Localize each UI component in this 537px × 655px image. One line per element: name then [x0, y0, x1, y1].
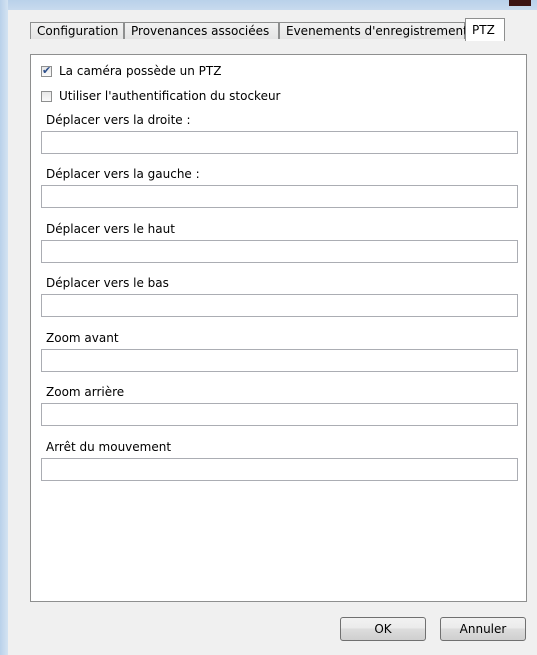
label-down: Déplacer vers le bas [46, 276, 169, 290]
field-move-up[interactable] [41, 240, 518, 263]
tab-configuration[interactable]: Configuration [30, 22, 124, 39]
label-up: Déplacer vers le haut [46, 222, 175, 236]
label-right: Déplacer vers la droite : [46, 113, 191, 127]
ptz-checkbox[interactable]: ✔ La caméra possède un PTZ [41, 64, 221, 78]
label-stop: Arrêt du mouvement [46, 440, 172, 454]
field-stop-movement[interactable] [41, 458, 518, 481]
label-left: Déplacer vers la gauche : [46, 167, 200, 181]
field-move-down[interactable] [41, 294, 518, 317]
tab-ptz[interactable]: PTZ [465, 18, 505, 41]
checkmark-icon: ✔ [42, 63, 52, 77]
close-button-edge[interactable] [509, 0, 531, 6]
field-move-right[interactable] [41, 131, 518, 154]
field-move-left[interactable] [41, 185, 518, 208]
cancel-button[interactable]: Annuler [440, 617, 526, 641]
auth-checkbox-label: Utiliser l'authentification du stockeur [59, 89, 281, 103]
field-zoom-out[interactable] [41, 403, 518, 426]
window-border-left [0, 0, 8, 655]
auth-checkbox[interactable]: Utiliser l'authentification du stockeur [41, 89, 281, 103]
tab-evenements[interactable]: Evenements d'enregistrement [279, 22, 468, 39]
checkbox-box[interactable] [41, 90, 52, 102]
ptz-checkbox-label: La caméra possède un PTZ [59, 64, 222, 78]
tab-provenances[interactable]: Provenances associées [124, 22, 279, 39]
label-zoom-in: Zoom avant [46, 331, 119, 345]
label-zoom-out: Zoom arrière [46, 385, 125, 399]
field-zoom-in[interactable] [41, 349, 518, 372]
ok-button[interactable]: OK [340, 617, 426, 641]
checkbox-box[interactable]: ✔ [41, 63, 52, 77]
